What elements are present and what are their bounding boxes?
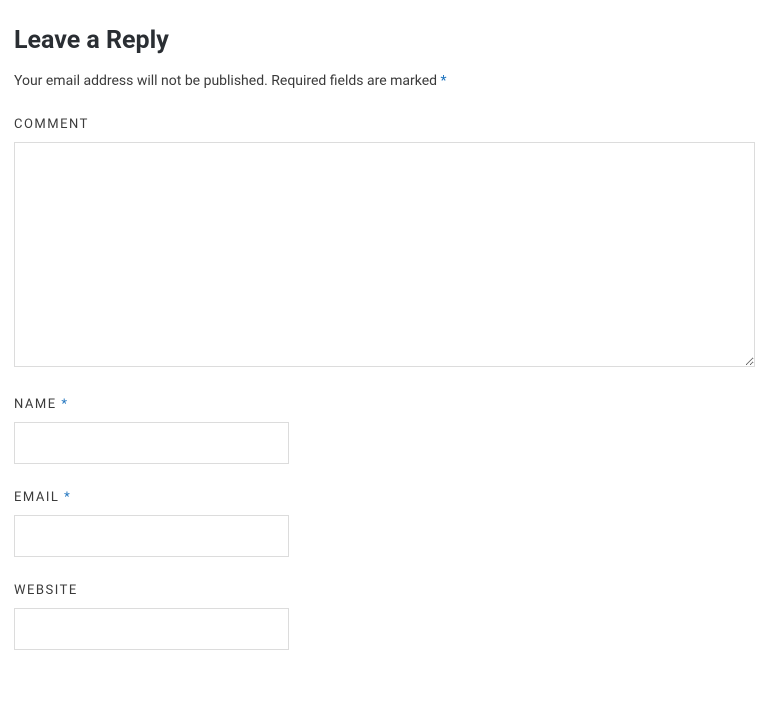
website-input[interactable]: [14, 608, 289, 650]
intro-required-mark: *: [441, 73, 447, 89]
name-label-text: NAME: [14, 397, 57, 412]
name-required-mark: *: [61, 397, 68, 412]
intro-line1: Your email address will not be published…: [14, 73, 268, 89]
website-group: WEBSITE: [14, 583, 755, 650]
name-input[interactable]: [14, 422, 289, 464]
email-label-text: EMAIL: [14, 490, 59, 505]
email-group: EMAIL *: [14, 490, 755, 557]
email-input[interactable]: [14, 515, 289, 557]
reply-heading: Leave a Reply: [14, 26, 755, 55]
intro-text: Your email address will not be published…: [14, 73, 755, 89]
website-label: WEBSITE: [14, 583, 755, 598]
email-required-mark: *: [64, 490, 71, 505]
comment-group: COMMENT: [14, 117, 755, 371]
name-label: NAME *: [14, 397, 755, 412]
name-group: NAME *: [14, 397, 755, 464]
comment-label: COMMENT: [14, 117, 755, 132]
email-label: EMAIL *: [14, 490, 755, 505]
intro-line2: Required fields are marked: [271, 73, 437, 89]
comment-textarea[interactable]: [14, 142, 755, 367]
